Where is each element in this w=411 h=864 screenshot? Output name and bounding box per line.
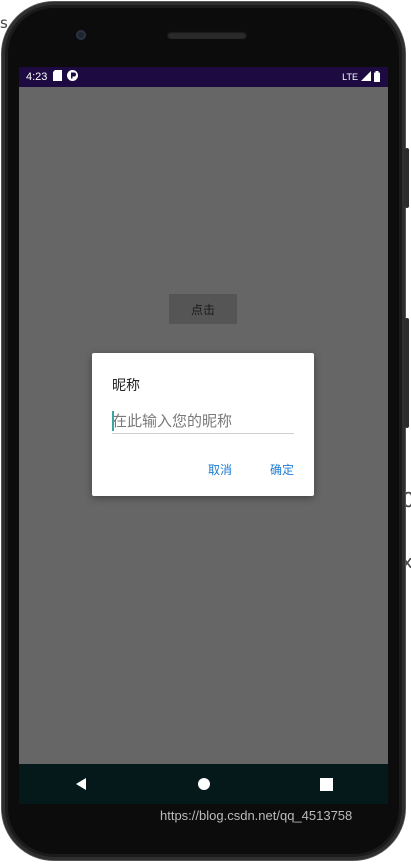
cancel-button[interactable]: 取消 bbox=[208, 461, 232, 478]
navigation-bar bbox=[19, 764, 388, 804]
phone-screen: 4:23 LTE 点击 昵称 取消 确定 bbox=[19, 67, 388, 804]
background-text-fragment: s bbox=[0, 14, 8, 32]
watermark-url: https://blog.csdn.net/qq_4513758 bbox=[160, 808, 353, 823]
ok-button[interactable]: 确定 bbox=[270, 461, 294, 478]
status-bar: 4:23 LTE bbox=[19, 67, 388, 87]
sd-card-icon bbox=[53, 70, 63, 84]
volume-button bbox=[405, 318, 409, 428]
home-icon[interactable] bbox=[184, 764, 224, 804]
click-button[interactable]: 点击 bbox=[169, 294, 237, 324]
nickname-dialog: 昵称 取消 确定 bbox=[92, 353, 314, 496]
text-cursor bbox=[112, 411, 114, 431]
status-time: 4:23 bbox=[26, 71, 48, 83]
back-icon[interactable] bbox=[61, 764, 101, 804]
power-button bbox=[405, 148, 409, 208]
network-type-label: LTE bbox=[342, 72, 358, 82]
battery-icon bbox=[374, 70, 380, 84]
recents-icon[interactable] bbox=[307, 764, 347, 804]
earpiece-speaker bbox=[167, 31, 247, 39]
status-right-group: LTE bbox=[342, 70, 380, 84]
front-camera bbox=[76, 30, 86, 40]
nickname-input[interactable] bbox=[112, 409, 294, 434]
app-notification-icon bbox=[67, 70, 79, 84]
signal-icon bbox=[361, 71, 371, 83]
dialog-title: 昵称 bbox=[112, 378, 140, 394]
